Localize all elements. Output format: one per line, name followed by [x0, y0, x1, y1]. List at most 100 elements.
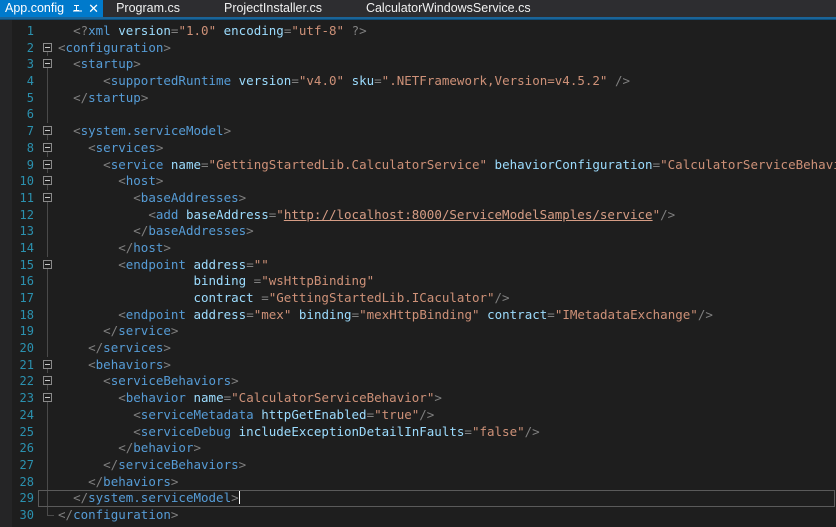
fold-toggle-icon[interactable] [40, 56, 56, 74]
fold-toggle-icon[interactable] [40, 357, 56, 374]
code-line-text: </behavior> [118, 440, 202, 456]
code-line[interactable]: 25 <serviceDebug includeExceptionDetailI… [0, 423, 836, 441]
tab-label: ProjectInstaller.cs [223, 1, 322, 15]
code-line[interactable]: 26 </behavior> [0, 440, 836, 457]
code-line[interactable]: 28 </behaviors> [0, 473, 836, 491]
code-line[interactable]: 4 <supportedRuntime version="v4.0" sku="… [0, 73, 836, 90]
fold-guide [40, 323, 56, 341]
fold-guide [40, 73, 56, 90]
code-line-text: </startup> [73, 89, 149, 105]
fold-guide [40, 456, 56, 474]
fold-guide [40, 223, 56, 240]
fold-guide [40, 206, 56, 224]
tab-calculator-windows-service-cs[interactable]: CalculatorWindowsService.cs [356, 0, 541, 17]
code-line-text: </service> [103, 323, 179, 339]
fold-guide [40, 440, 56, 457]
code-line[interactable]: 27 </serviceBehaviors> [0, 456, 836, 474]
line-number: 25 [19, 424, 34, 439]
fold-guide [40, 290, 56, 307]
tab-bar-empty-space [541, 0, 836, 17]
code-line-text: <behaviors> [88, 356, 171, 372]
line-number: 18 [19, 307, 34, 322]
fold-guide [40, 423, 56, 441]
text-caret [238, 491, 240, 505]
code-line-text: <supportedRuntime version="v4.0" sku=".N… [103, 73, 631, 89]
fold-toggle-icon[interactable] [40, 257, 56, 274]
fold-guide [40, 306, 56, 324]
close-icon[interactable]: ✕ [87, 2, 100, 16]
line-number: 29 [19, 491, 34, 506]
line-number: 12 [19, 207, 34, 222]
code-line-text: </services> [88, 340, 171, 356]
code-line[interactable]: 30 </configuration> [0, 506, 836, 524]
code-line[interactable]: 17 contract ="GettingStartedLib.ICaculat… [0, 290, 836, 307]
fold-toggle-icon[interactable] [40, 390, 56, 407]
tab-project-installer-cs[interactable]: ProjectInstaller.cs [214, 0, 356, 17]
fold-toggle-icon[interactable] [40, 373, 56, 391]
code-line-text: <system.serviceModel> [73, 123, 232, 139]
code-editor[interactable]: 1 <?xml version="1.0" encoding="utf-8" ?… [0, 20, 836, 527]
line-number: 28 [19, 474, 34, 489]
code-line-text: </behaviors> [88, 473, 179, 489]
code-line-text: <service name="GettingStartedLib.Calcula… [103, 156, 836, 172]
fold-toggle-icon[interactable] [40, 40, 56, 57]
line-number: 8 [26, 140, 34, 155]
code-line[interactable]: 22 <serviceBehaviors> [0, 373, 836, 391]
code-line[interactable]: 19 </service> [0, 323, 836, 341]
line-number: 2 [26, 40, 34, 55]
code-line[interactable]: 24 <serviceMetadata httpGetEnabled="true… [0, 406, 836, 424]
code-line[interactable]: 14 </host> [0, 239, 836, 257]
code-line[interactable]: 2 <configuration> [0, 40, 836, 57]
code-line[interactable]: 3 <startup> [0, 56, 836, 74]
code-line[interactable]: 20 </services> [0, 340, 836, 357]
pin-icon[interactable] [71, 2, 84, 16]
fold-guide [40, 23, 56, 40]
fold-guide [40, 239, 56, 257]
code-line-text: </configuration> [58, 506, 179, 522]
line-number: 20 [19, 341, 34, 356]
fold-toggle-icon[interactable] [40, 157, 56, 174]
code-line-text: </serviceBehaviors> [103, 456, 247, 472]
code-line[interactable]: 1 <?xml version="1.0" encoding="utf-8" ?… [0, 23, 836, 40]
code-line[interactable]: 29 </system.serviceModel> [0, 490, 836, 507]
line-number: 23 [19, 391, 34, 406]
code-line-text: <startup> [73, 56, 141, 72]
line-number: 13 [19, 224, 34, 239]
code-line-text: <serviceBehaviors> [103, 373, 239, 389]
tab-label: CalculatorWindowsService.cs [365, 1, 531, 15]
code-line[interactable]: 8 <services> [0, 140, 836, 157]
code-line[interactable]: 11 <baseAddresses> [0, 190, 836, 207]
code-line[interactable]: 21 <behaviors> [0, 357, 836, 374]
code-lines-container: 1 <?xml version="1.0" encoding="utf-8" ?… [0, 20, 836, 524]
line-number: 27 [19, 457, 34, 472]
code-line[interactable]: 12 <add baseAddress="http://localhost:80… [0, 206, 836, 224]
code-line[interactable]: 9 <service name="GettingStartedLib.Calcu… [0, 157, 836, 174]
fold-toggle-icon[interactable] [40, 123, 56, 140]
fold-toggle-icon[interactable] [40, 190, 56, 207]
code-line[interactable]: 7 <system.serviceModel> [0, 123, 836, 140]
code-line[interactable]: 18 <endpoint address="mex" binding="mexH… [0, 306, 836, 324]
fold-toggle-icon[interactable] [40, 140, 56, 157]
code-line-text: <host> [118, 173, 164, 189]
line-number: 15 [19, 257, 34, 272]
tab-app-config[interactable]: App.config ✕ [0, 0, 104, 17]
code-line-text [56, 106, 836, 123]
code-line[interactable]: 23 <behavior name="CalculatorServiceBeha… [0, 390, 836, 407]
code-line-text: binding ="wsHttpBinding" [193, 273, 375, 289]
code-line-text: <endpoint address="" [118, 256, 269, 272]
line-number: 16 [19, 274, 34, 289]
fold-guide [40, 506, 56, 524]
code-line-text: contract ="GettingStartedLib.ICaculator"… [193, 290, 510, 305]
code-line-text: <endpoint address="mex" binding="mexHttp… [118, 306, 713, 322]
fold-toggle-icon[interactable] [40, 173, 56, 190]
code-line[interactable]: 16 binding ="wsHttpBinding" [0, 273, 836, 290]
code-line[interactable]: 10 <host> [0, 173, 836, 190]
code-line-text: <configuration> [58, 39, 171, 55]
code-line[interactable]: 15 <endpoint address="" [0, 257, 836, 274]
code-line[interactable]: 13 </baseAddresses> [0, 223, 836, 240]
tab-program-cs[interactable]: Program.cs [106, 0, 214, 17]
fold-guide [40, 106, 56, 124]
code-line[interactable]: 6 [0, 106, 836, 124]
code-line[interactable]: 5 </startup> [0, 89, 836, 107]
fold-guide [40, 473, 56, 491]
